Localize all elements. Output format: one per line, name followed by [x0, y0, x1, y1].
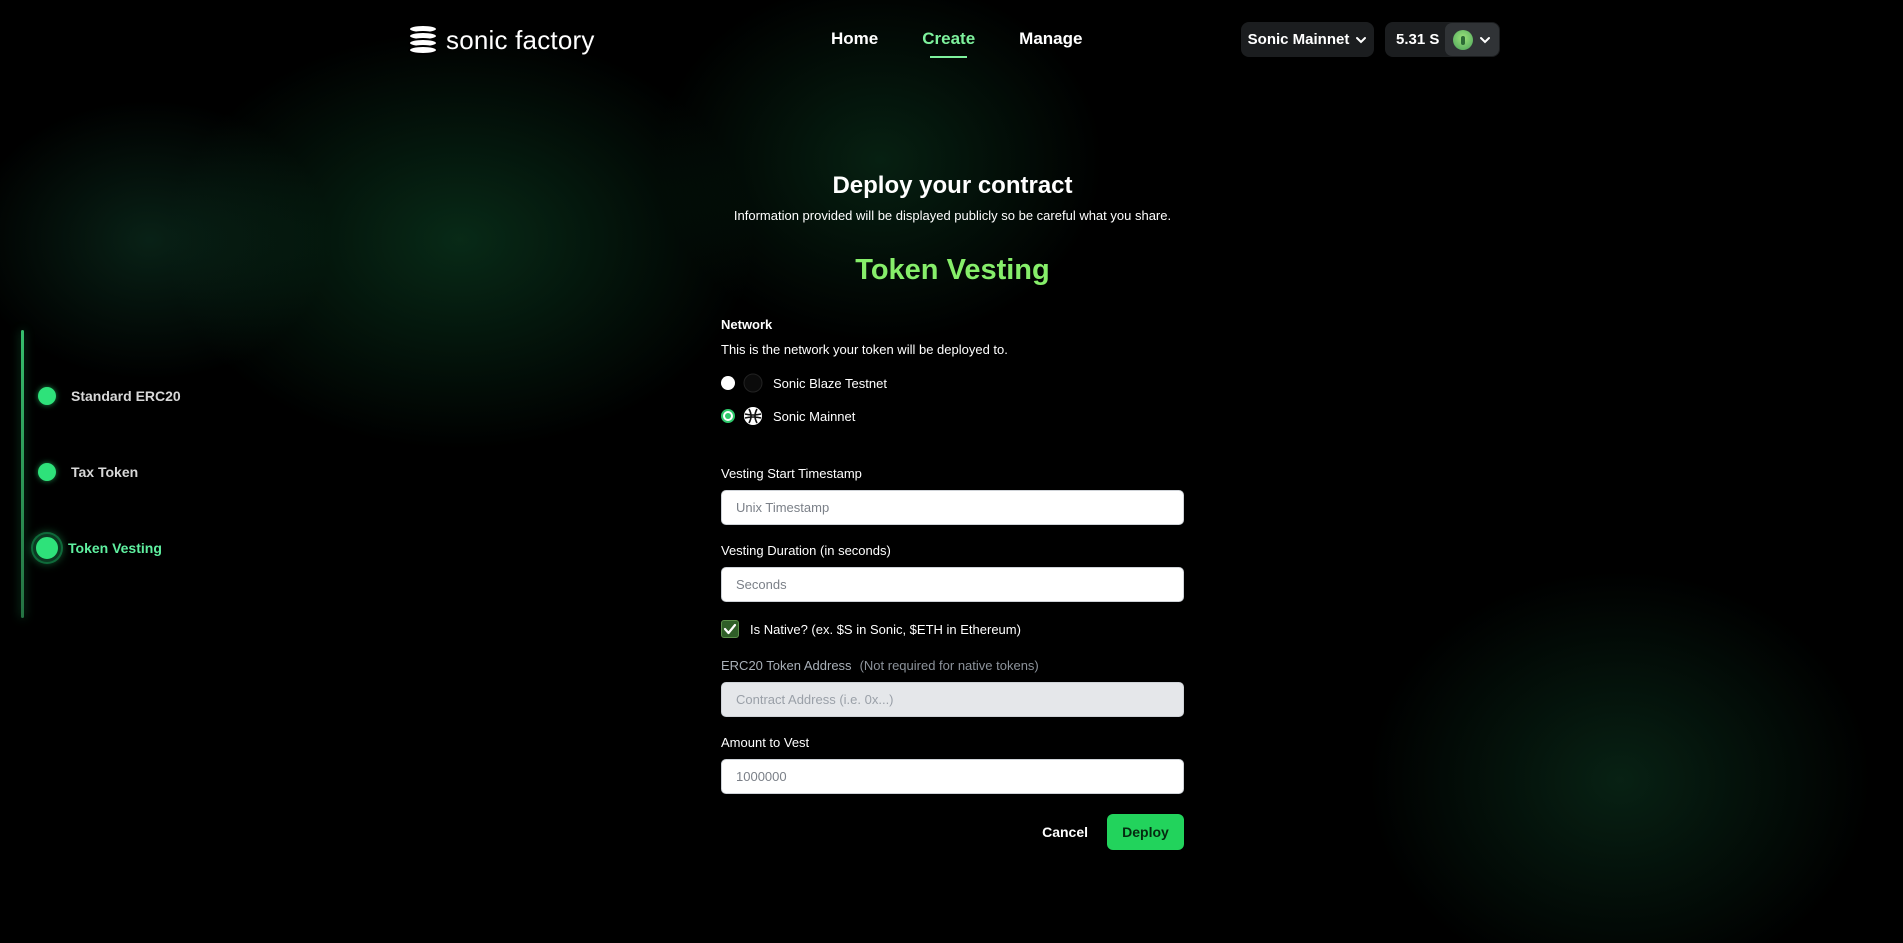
- step-dot: [38, 387, 56, 405]
- deploy-form: Deploy your contract Information provide…: [721, 172, 1184, 850]
- step-dot: [33, 534, 61, 562]
- sonic-logo-icon: [743, 406, 763, 426]
- wallet-button[interactable]: 5.31 S: [1385, 22, 1500, 57]
- network-selector-button[interactable]: Sonic Mainnet: [1241, 22, 1374, 57]
- erc20-address-field: ERC20 Token Address (Not required for nat…: [721, 658, 1184, 717]
- is-native-checkbox-row[interactable]: Is Native? (ex. $S in Sonic, $ETH in Eth…: [721, 620, 1184, 638]
- vesting-duration-input[interactable]: [721, 567, 1184, 602]
- cancel-button[interactable]: Cancel: [1042, 824, 1088, 840]
- nav-create[interactable]: Create: [922, 29, 975, 58]
- is-native-label: Is Native? (ex. $S in Sonic, $ETH in Eth…: [750, 621, 1021, 637]
- sonic-testnet-logo-icon: [743, 373, 763, 393]
- contract-type-title: Token Vesting: [855, 254, 1050, 286]
- erc20-address-label-row: ERC20 Token Address (Not required for nat…: [721, 658, 1184, 673]
- amount-field: Amount to Vest: [721, 735, 1184, 794]
- chevron-down-icon: [1356, 36, 1367, 43]
- network-field: Network This is the network your token w…: [721, 317, 1184, 426]
- vesting-start-field: Vesting Start Timestamp: [721, 466, 1184, 525]
- radio-button[interactable]: [721, 376, 735, 390]
- vesting-duration-field: Vesting Duration (in seconds): [721, 543, 1184, 602]
- sidebar-item-token-vesting[interactable]: Token Vesting: [33, 534, 162, 562]
- vesting-start-input[interactable]: [721, 490, 1184, 525]
- stepper-rail: [21, 330, 24, 618]
- nav-home[interactable]: Home: [831, 29, 878, 49]
- page-title: Deploy your contract: [832, 172, 1073, 199]
- page-subtitle: Information provided will be displayed p…: [733, 208, 1172, 223]
- avatar: [1453, 29, 1473, 50]
- sidebar-item-label: Token Vesting: [68, 540, 162, 556]
- is-native-checkbox[interactable]: [721, 620, 739, 638]
- wallet-balance: 5.31 S: [1396, 31, 1440, 48]
- sidebar-item-tax-token[interactable]: Tax Token: [38, 463, 138, 481]
- erc20-address-note: (Not required for native tokens): [859, 658, 1039, 673]
- brand-name: sonic factory: [446, 24, 595, 55]
- amount-input[interactable]: [721, 759, 1184, 794]
- network-option-label: Sonic Blaze Testnet: [773, 375, 887, 391]
- network-option-label: Sonic Mainnet: [773, 408, 856, 424]
- network-option-blaze-testnet[interactable]: Sonic Blaze Testnet: [721, 373, 1184, 393]
- account-menu[interactable]: [1445, 23, 1499, 56]
- network-hint: This is the network your token will be d…: [721, 342, 1008, 357]
- erc20-address-input: [721, 682, 1184, 717]
- coin-stack-icon: [408, 24, 438, 56]
- checkmark-icon: [723, 623, 737, 635]
- sidebar-item-standard-erc20[interactable]: Standard ERC20: [38, 387, 181, 405]
- amount-label: Amount to Vest: [721, 735, 810, 750]
- step-dot: [38, 463, 56, 481]
- sidebar-item-label: Tax Token: [71, 464, 139, 480]
- vesting-start-label: Vesting Start Timestamp: [721, 466, 862, 481]
- network-option-sonic-mainnet[interactable]: Sonic Mainnet: [721, 406, 1184, 426]
- network-selector-label: Sonic Mainnet: [1247, 31, 1350, 48]
- radio-button[interactable]: [721, 409, 735, 423]
- network-label: Network: [721, 317, 773, 332]
- vesting-duration-label: Vesting Duration (in seconds): [721, 543, 891, 558]
- nav-manage[interactable]: Manage: [1019, 29, 1082, 49]
- main-nav: Home Create Manage: [831, 29, 1082, 58]
- deploy-button[interactable]: Deploy: [1107, 814, 1184, 850]
- form-actions: Cancel Deploy: [721, 814, 1184, 850]
- sidebar-item-label: Standard ERC20: [71, 388, 181, 404]
- erc20-address-label: ERC20 Token Address: [721, 658, 852, 673]
- brand-logo[interactable]: sonic factory: [408, 24, 595, 56]
- chevron-down-icon: [1480, 36, 1490, 43]
